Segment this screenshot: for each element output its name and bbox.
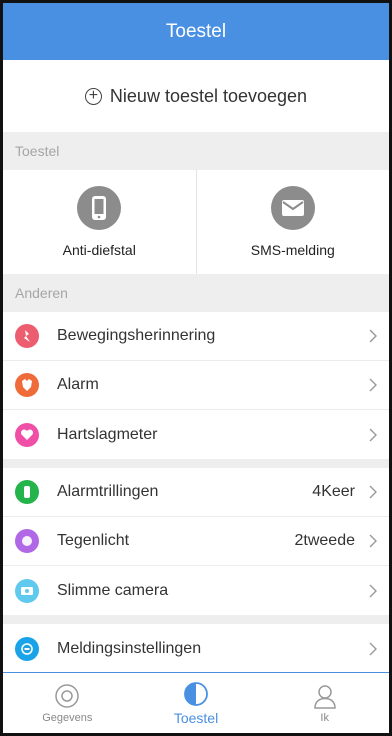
chevron-right-icon bbox=[369, 378, 377, 392]
group-divider bbox=[3, 615, 389, 624]
tab-bar: Gegevens Toestel Ik bbox=[3, 672, 389, 733]
alarm-icon bbox=[15, 373, 39, 397]
header: Toestel bbox=[3, 3, 389, 60]
tab-me[interactable]: Ik bbox=[260, 673, 389, 733]
tab-label: Toestel bbox=[173, 709, 219, 726]
add-device-button[interactable]: + Nieuw toestel toevoegen bbox=[3, 60, 389, 132]
row-alarm-vibration[interactable]: Alarmtrillingen 4Keer bbox=[3, 468, 389, 517]
row-smart-camera[interactable]: Slimme camera bbox=[3, 566, 389, 615]
section-label-device: Toestel bbox=[3, 132, 389, 170]
row-label: Slimme camera bbox=[57, 581, 169, 599]
settings-group-1: Bewegingsherinnering Alarm Hartslagmeter bbox=[3, 312, 389, 459]
tile-label: Anti-diefstal bbox=[62, 242, 136, 258]
heart-icon bbox=[15, 422, 39, 447]
tile-label: SMS-melding bbox=[250, 242, 335, 258]
row-label: Tegenlicht bbox=[57, 532, 130, 549]
page-title: Toestel bbox=[165, 20, 227, 42]
tab-label: Ik bbox=[320, 711, 329, 724]
row-alarm[interactable]: Alarm bbox=[3, 361, 389, 410]
chevron-right-icon bbox=[369, 329, 377, 343]
anti-theft-tile[interactable]: Anti-diefstal bbox=[3, 170, 196, 274]
row-label: Alarmtrillingen bbox=[57, 483, 159, 500]
section-label-other: Anderen bbox=[3, 274, 389, 312]
chevron-right-icon bbox=[369, 584, 377, 597]
add-device-label: Nieuw toestel toevoegen bbox=[109, 85, 308, 106]
sms-notification-tile[interactable]: SMS-melding bbox=[195, 170, 390, 274]
phone-icon bbox=[77, 186, 122, 230]
device-icon bbox=[184, 681, 208, 706]
device-tiles: Anti-diefstal SMS-melding bbox=[3, 170, 389, 274]
row-heart-rate[interactable]: Hartslagmeter bbox=[3, 410, 389, 459]
row-value: 2tweede bbox=[294, 532, 356, 549]
row-backlight[interactable]: Tegenlicht 2tweede bbox=[3, 517, 389, 566]
chevron-right-icon bbox=[369, 642, 377, 655]
row-movement-reminder[interactable]: Bewegingsherinnering bbox=[3, 312, 389, 361]
app-frame: Toestel + Nieuw toestel toevoegen Toeste… bbox=[0, 0, 392, 736]
movement-icon bbox=[15, 324, 39, 348]
tab-device[interactable]: Toestel bbox=[132, 673, 261, 733]
settings-group-2: Alarmtrillingen 4Keer Tegenlicht 2tweede… bbox=[3, 468, 389, 615]
tab-data[interactable]: Gegevens bbox=[3, 673, 132, 733]
row-label: Alarm bbox=[57, 376, 99, 393]
data-icon bbox=[55, 683, 80, 708]
envelope-icon bbox=[270, 186, 315, 230]
settings-group-3: Meldingsinstellingen bbox=[3, 624, 389, 673]
row-notification-settings[interactable]: Meldingsinstellingen bbox=[3, 624, 389, 673]
row-label: Hartslagmeter bbox=[57, 425, 158, 443]
notification-icon bbox=[15, 636, 39, 661]
row-label: Bewegingsherinnering bbox=[57, 327, 216, 344]
tab-label: Gegevens bbox=[42, 711, 93, 724]
vibration-icon bbox=[15, 480, 39, 504]
plus-circle-icon: + bbox=[84, 87, 102, 105]
chevron-right-icon bbox=[369, 485, 377, 499]
camera-icon bbox=[15, 578, 39, 603]
chevron-right-icon bbox=[369, 428, 377, 441]
chevron-right-icon bbox=[369, 534, 377, 548]
row-value: 4Keer bbox=[312, 483, 355, 500]
backlight-icon bbox=[15, 529, 39, 553]
person-icon bbox=[313, 684, 336, 709]
group-divider bbox=[3, 459, 389, 468]
row-label: Meldingsinstellingen bbox=[57, 639, 202, 657]
